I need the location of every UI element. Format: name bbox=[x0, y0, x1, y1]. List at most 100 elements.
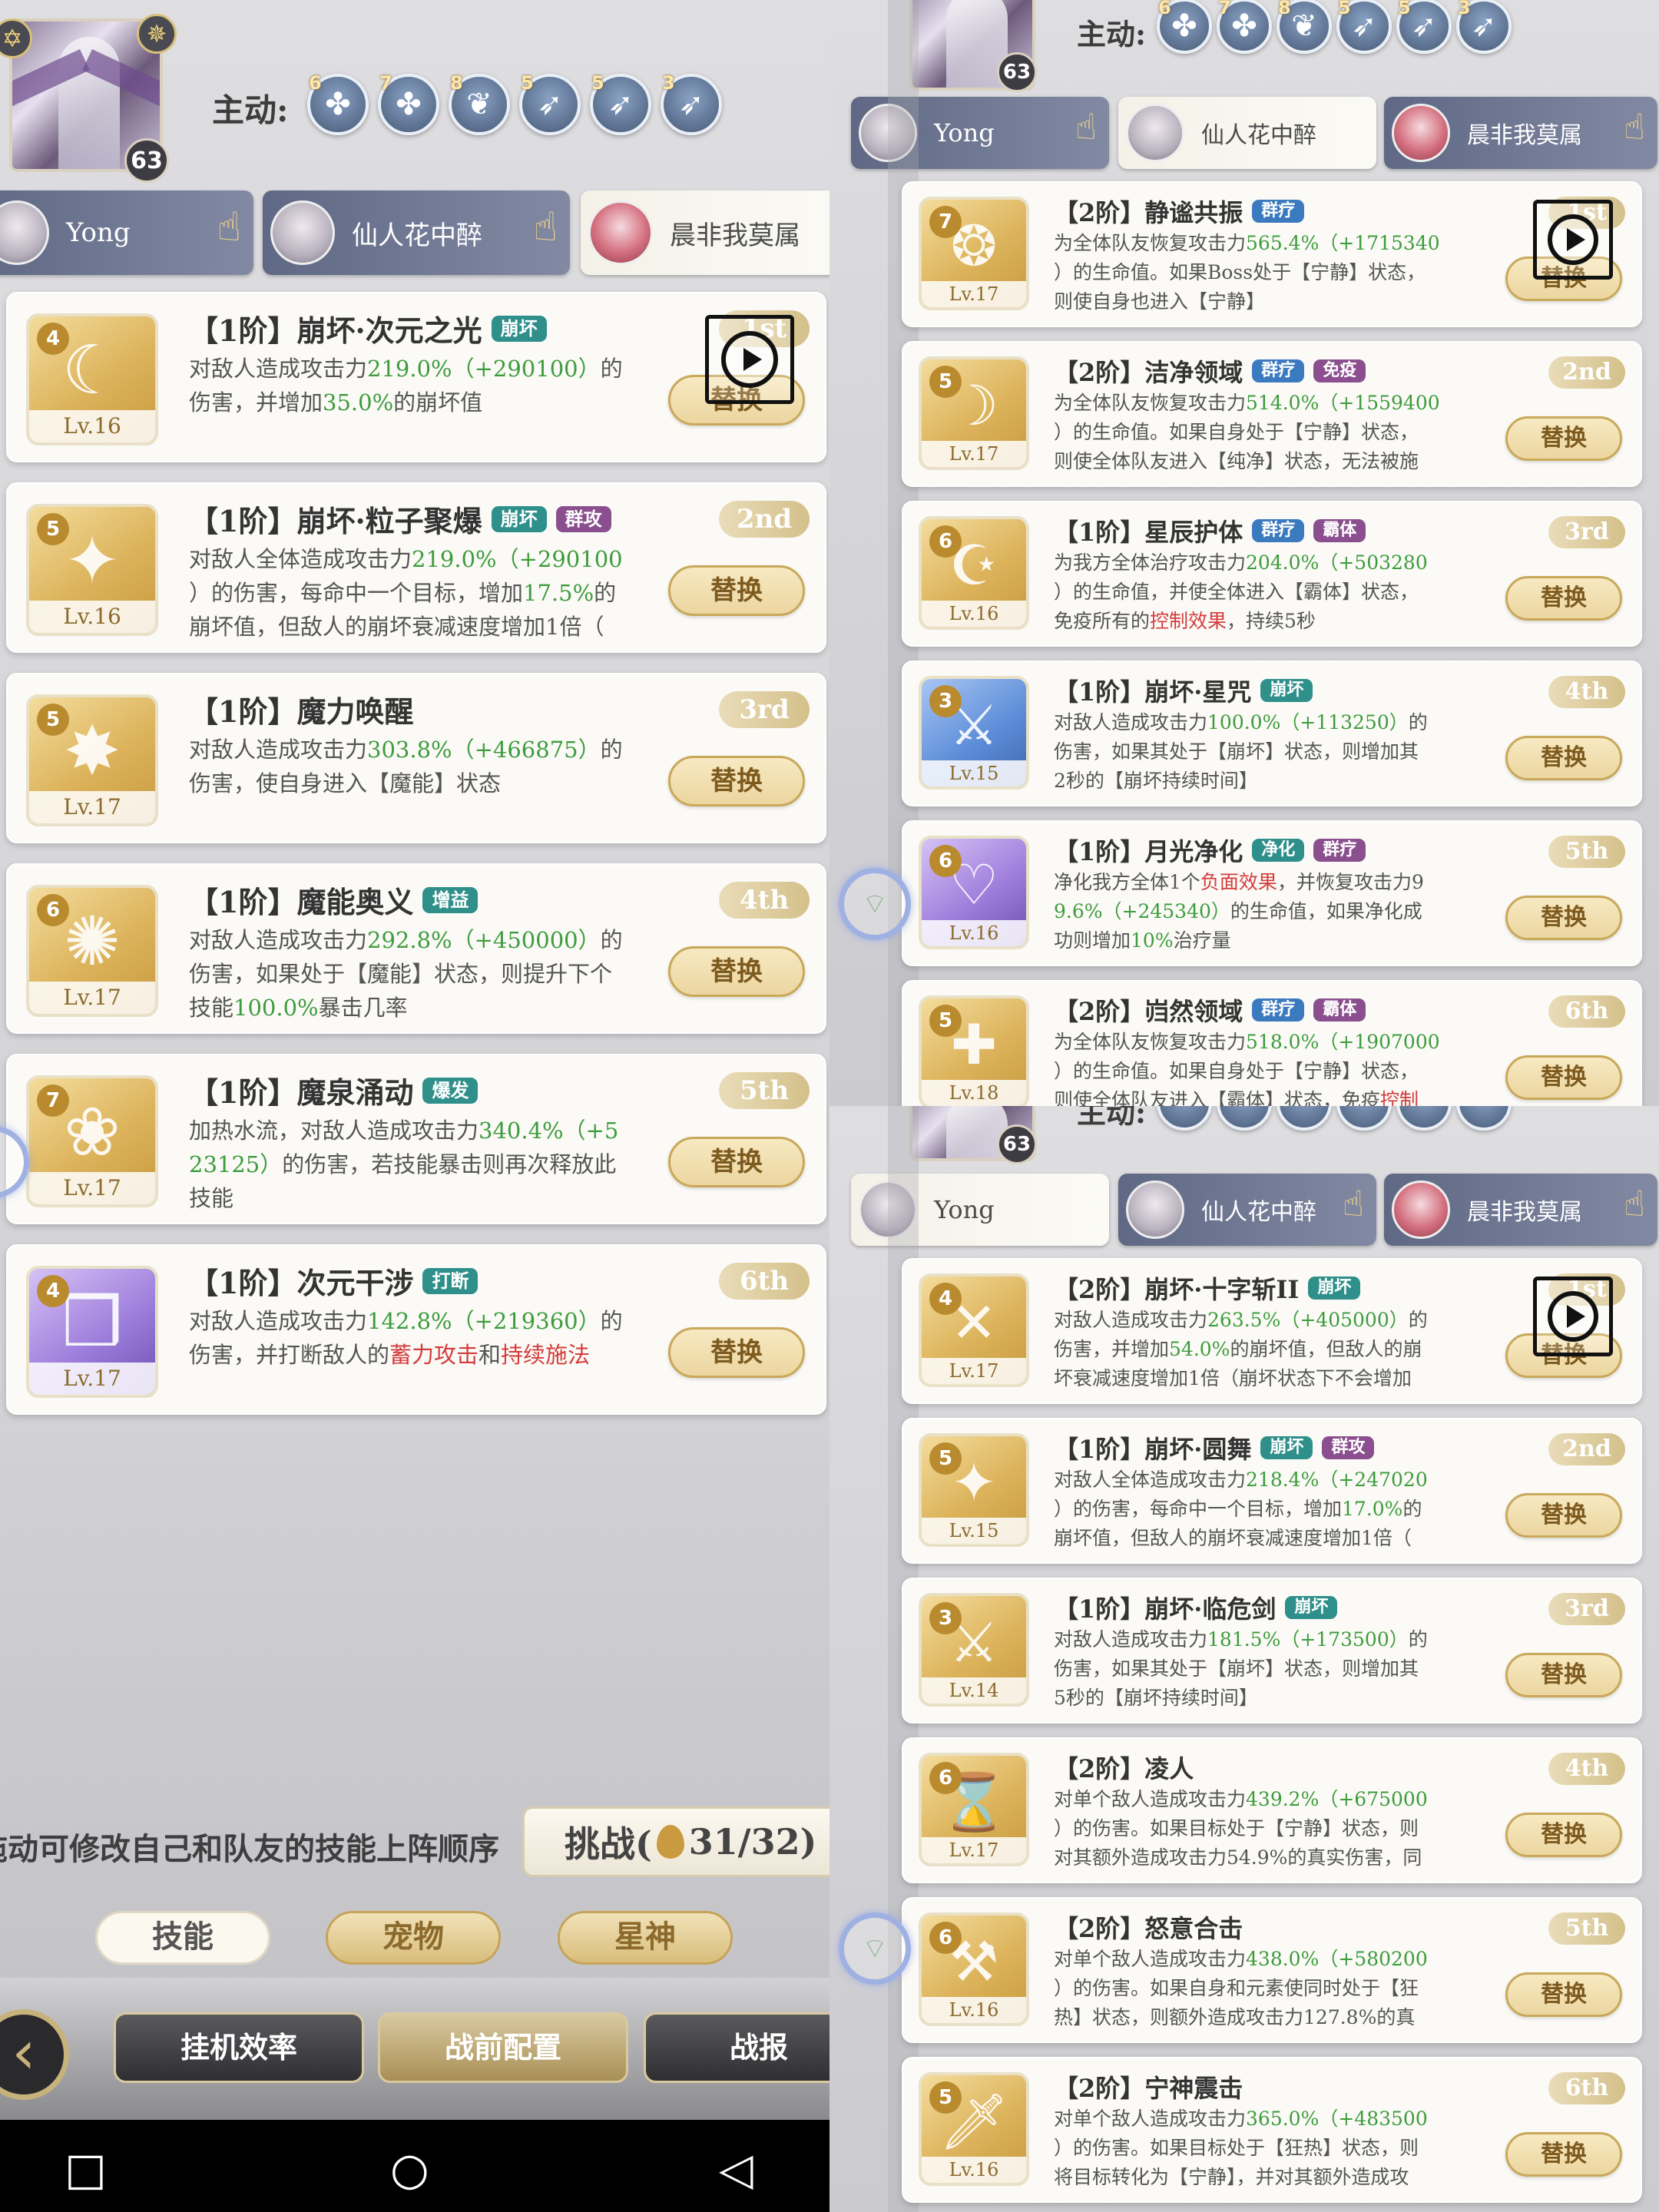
skill-card[interactable]: 7 ❀ Lv.17 【1阶】魔泉涌动 爆发 加热水流，对敌人造成攻击力340.4%（+… bbox=[6, 1054, 826, 1224]
swap-button[interactable]: 替换 bbox=[668, 946, 805, 997]
swap-button[interactable]: 替换 bbox=[668, 1327, 805, 1378]
skill-description: 对敌人造成攻击力263.5%（+405000）的 伤害，并增加54.0%的崩坏值… bbox=[1054, 1306, 1428, 1393]
skill-card[interactable]: 3 ⚔ Lv.15 【1阶】崩坏·星咒 崩坏 对敌人造成攻击力100.0%（+1132… bbox=[902, 661, 1642, 806]
recents-icon[interactable]: □ bbox=[65, 2143, 107, 2195]
skill-description: 对敌人造成攻击力303.8%（+466875）的 伤害，使自身进入【魔能】状态 bbox=[189, 733, 623, 800]
active-skill-chip[interactable]: 5 ➶ bbox=[1336, 0, 1392, 54]
skill-card[interactable]: 5 ☽ Lv.17 【2阶】洁净领域 群疗 免疫 为全体队友恢复攻击力514.0%（+1… bbox=[902, 341, 1642, 487]
skill-card[interactable]: 6 ✺ Lv.17 【1阶】魔能奥义 增益 对敌人造成攻击力292.8%（+45000… bbox=[6, 863, 826, 1034]
tab-teammate-3[interactable]: 晨非我莫属 ☝ bbox=[1384, 97, 1657, 169]
play-video-button[interactable] bbox=[1533, 1277, 1613, 1356]
swap-button[interactable]: 替换 bbox=[1505, 1813, 1622, 1857]
active-skill-chip[interactable]: 5 ➶ bbox=[1396, 0, 1452, 54]
desc-text: ）的生命值。如果Boss处于【宁静】状态， bbox=[1054, 261, 1426, 283]
active-skill-chip[interactable] bbox=[1217, 1106, 1272, 1131]
active-skill-chip[interactable]: 7 ✤ bbox=[1217, 0, 1272, 54]
desc-text: 5秒的【崩坏持续时间】 bbox=[1054, 1687, 1258, 1709]
swap-button[interactable]: 替换 bbox=[1505, 1972, 1622, 2017]
back-icon[interactable]: ◁ bbox=[719, 2143, 753, 2195]
active-skill-chip[interactable] bbox=[1336, 1106, 1392, 1131]
swap-button[interactable]: 替换 bbox=[668, 1137, 805, 1187]
challenge-count: 31/32) bbox=[688, 1821, 817, 1863]
challenge-button[interactable]: 挑战(31/32) bbox=[522, 1806, 830, 1877]
skill-icon: 6 ☪ Lv.16 bbox=[919, 516, 1029, 630]
tab-skills[interactable]: 技能 bbox=[95, 1911, 270, 1965]
floating-assist-button[interactable]: ⌔ bbox=[839, 868, 911, 940]
swap-button[interactable]: 替换 bbox=[1505, 736, 1622, 780]
skill-card[interactable]: 6 ⚒ Lv.16 【2阶】怒意合击 对单个敌人造成攻击力438.0%（+58020… bbox=[902, 1897, 1642, 2043]
active-skill-chip[interactable]: 8 ❦ bbox=[1277, 0, 1332, 54]
home-icon[interactable]: ○ bbox=[390, 2143, 429, 2195]
active-skill-chip[interactable]: 3 ➶ bbox=[661, 72, 722, 135]
active-skills-label: 主动: bbox=[1077, 1106, 1147, 1130]
skill-level: Lv.17 bbox=[29, 1172, 155, 1204]
swap-button[interactable]: 替换 bbox=[1505, 1493, 1622, 1538]
hero-level-badge: 63 bbox=[124, 138, 169, 183]
order-rank: 2nd bbox=[719, 501, 810, 538]
battle-report-button[interactable]: 战报 bbox=[644, 2012, 830, 2083]
tab-stargods[interactable]: 星神 bbox=[558, 1911, 733, 1965]
idle-efficiency-button[interactable]: 挂机效率 bbox=[114, 2012, 364, 2083]
skill-card[interactable]: 4 ❒ Lv.17 【1阶】次元干涉 打断 对敌人造成攻击力142.8%（+21936… bbox=[6, 1244, 826, 1415]
swap-button[interactable]: 替换 bbox=[668, 565, 805, 616]
swap-button[interactable]: 替换 bbox=[1505, 1055, 1622, 1100]
play-icon bbox=[1548, 214, 1598, 265]
tab-teammate-3[interactable]: 晨非我莫属 ☝ bbox=[1384, 1174, 1657, 1246]
floating-assist-button[interactable]: ⌔ bbox=[839, 1912, 911, 1985]
play-video-button[interactable] bbox=[1533, 200, 1613, 280]
order-rank: 5th bbox=[1548, 1912, 1625, 1945]
skill-card[interactable]: 5 ✦ Lv.16 【1阶】崩坏·粒子聚爆 崩坏 群攻 对敌人全体造成攻击力219.0%… bbox=[6, 482, 826, 653]
active-skill-chip[interactable] bbox=[1456, 1106, 1512, 1131]
skill-card[interactable]: 5 ✦ Lv.15 【1阶】崩坏·圆舞 崩坏 群攻 对敌人全体造成攻击力218.4%（+… bbox=[902, 1418, 1642, 1564]
skill-tag: 崩坏 bbox=[1260, 1436, 1313, 1459]
skill-card[interactable]: 6 ⌛ Lv.17 【2阶】凌人 对单个敌人造成攻击力439.2%（+675000 … bbox=[902, 1737, 1642, 1883]
swap-button[interactable]: 替换 bbox=[1505, 576, 1622, 621]
tab-teammate-yong[interactable]: Yong ☝ bbox=[0, 190, 253, 275]
order-rank: 6th bbox=[1548, 995, 1625, 1028]
swap-button[interactable]: 替换 bbox=[1505, 2132, 1622, 2177]
skill-gem-count: 6 bbox=[929, 1922, 962, 1954]
skill-card[interactable]: 5 ✚ Lv.18 【2阶】岿然领域 群疗 霸体 为全体队友恢复攻击力518.0%（+1… bbox=[902, 980, 1642, 1106]
tab-teammate-2[interactable]: 仙人花中醉 ☝ bbox=[1118, 1174, 1376, 1246]
active-skill-chip[interactable]: 8 ❦ bbox=[449, 72, 510, 135]
panel-left: 63 ✡ ✵ 主动: 6 ✤ 7 ✤ 8 ❦ 5 ➶ 5 ➶ 3 ➶ Yong ☝ 仙人花中… bbox=[0, 0, 830, 2212]
skill-card[interactable]: 4 ☾ Lv.16 【1阶】崩坏·次元之光 崩坏 对敌人造成攻击力219.0%（+29… bbox=[6, 292, 826, 462]
active-skill-chip[interactable] bbox=[1277, 1106, 1332, 1131]
pre-battle-config-button[interactable]: 战前配置 bbox=[378, 2012, 628, 2083]
active-skill-chip[interactable]: 5 ➶ bbox=[519, 72, 581, 135]
skill-title: 【2阶】宁神震击 bbox=[1054, 2074, 1243, 2103]
desc-text: 净化我方全体1个 bbox=[1054, 871, 1200, 893]
swap-button[interactable]: 替换 bbox=[1505, 1653, 1622, 1697]
feather-icon: ➶ bbox=[1471, 8, 1497, 44]
active-skill-chip[interactable]: 7 ✤ bbox=[378, 72, 439, 135]
active-skill-chip[interactable]: 6 ✤ bbox=[307, 72, 369, 135]
active-skill-chip[interactable]: 6 ✤ bbox=[1157, 0, 1212, 54]
active-skill-chip[interactable] bbox=[1396, 1106, 1452, 1131]
skill-card[interactable]: 6 ♡ Lv.16 【1阶】月光净化 净化 群疗 净化我方全体1个负面效果，并恢复攻击力… bbox=[902, 820, 1642, 966]
skill-card[interactable]: 6 ☪ Lv.16 【1阶】星辰护体 群疗 霸体 为我方全体治疗攻击力204.0%（+5… bbox=[902, 501, 1642, 647]
active-skill-chip[interactable]: 3 ➶ bbox=[1456, 0, 1512, 54]
tab-teammate-2[interactable]: 仙人花中醉 bbox=[1118, 97, 1376, 169]
skill-card[interactable]: 5 ✸ Lv.17 【1阶】魔力唤醒 对敌人造成攻击力303.8%（+466875）… bbox=[6, 673, 826, 843]
tab-teammate-2[interactable]: 仙人花中醉 ☝ bbox=[263, 190, 570, 275]
desc-text: ）的伤害，每命中一个目标，增加 bbox=[1054, 1498, 1343, 1520]
skill-card[interactable]: 4 ✕ Lv.17 【2阶】崩坏·十字斩II 崩坏 对敌人造成攻击力263.5%（+4… bbox=[902, 1258, 1642, 1404]
active-skill-chip[interactable]: 5 ➶ bbox=[590, 72, 651, 135]
avatar bbox=[1126, 1181, 1184, 1239]
skill-card[interactable]: 3 ⚔ Lv.14 【1阶】崩坏·临危剑 崩坏 对敌人造成攻击力181.5%（+173… bbox=[902, 1578, 1642, 1724]
active-skill-chip[interactable] bbox=[1157, 1106, 1212, 1131]
swap-button[interactable]: 替换 bbox=[668, 756, 805, 806]
play-video-button[interactable] bbox=[705, 315, 794, 404]
desc-text: 伤害，如果处于【魔能】状态，则提升下个 bbox=[189, 961, 613, 987]
swap-button[interactable]: 替换 bbox=[1505, 896, 1622, 940]
tab-teammate-3[interactable]: 晨非我莫属 bbox=[581, 190, 830, 275]
skill-card[interactable]: 7 ❂ Lv.17 【2阶】静谧共振 群疗 为全体队友恢复攻击力565.4%（+171… bbox=[902, 181, 1642, 327]
skill-description: 对敌人造成攻击力292.8%（+450000）的 伤害，如果处于【魔能】状态，则… bbox=[189, 923, 623, 1025]
tab-pets[interactable]: 宠物 bbox=[326, 1911, 501, 1965]
swap-button[interactable]: 替换 bbox=[1505, 416, 1622, 461]
feather-icon: ➶ bbox=[678, 87, 704, 122]
skill-title: 【1阶】崩坏·粒子聚爆 bbox=[189, 504, 482, 538]
desc-text: 为全体队友恢复攻击力 bbox=[1054, 232, 1247, 254]
play-icon bbox=[1548, 1291, 1598, 1342]
skill-card[interactable]: 5 🗡 Lv.16 【2阶】宁神震击 对单个敌人造成攻击力365.0%（+48350… bbox=[902, 2057, 1642, 2203]
